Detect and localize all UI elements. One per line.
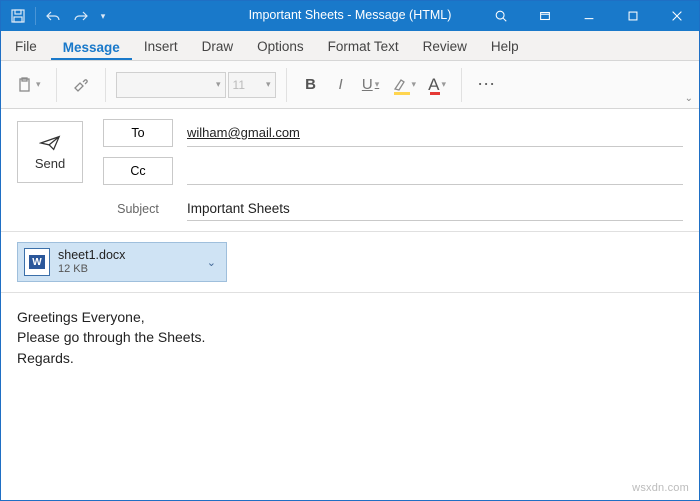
title-bar: ▾ Important Sheets - Message (HTML) <box>1 1 699 31</box>
tab-help[interactable]: Help <box>479 33 531 60</box>
message-header: Send To wilham@gmail.com Cc Subject Impo… <box>1 109 699 232</box>
text-style-group: B I U ▾ ▾ A ▾ <box>293 70 456 100</box>
format-painter-group <box>63 70 99 100</box>
maximize-icon[interactable] <box>611 1 655 31</box>
tab-options[interactable]: Options <box>245 33 316 60</box>
font-size-combo[interactable]: 11 ▾ <box>228 72 276 98</box>
send-label: Send <box>35 156 65 171</box>
collapse-ribbon-icon[interactable]: ⌄ <box>685 93 693 104</box>
redo-icon[interactable] <box>68 3 94 29</box>
minimize-icon[interactable] <box>567 1 611 31</box>
attachment-name: sheet1.docx <box>58 248 195 262</box>
to-value: wilham@gmail.com <box>187 125 300 140</box>
tab-review[interactable]: Review <box>411 33 479 60</box>
tab-file[interactable]: File <box>7 33 51 60</box>
to-field[interactable]: wilham@gmail.com <box>187 119 683 147</box>
attachment-dropdown-icon[interactable]: ⌄ <box>203 256 220 269</box>
attachment-info: sheet1.docx 12 KB <box>58 248 195 275</box>
highlight-color-button[interactable]: ▾ <box>387 70 422 100</box>
close-icon[interactable] <box>655 1 699 31</box>
ribbon-tabs: File Message Insert Draw Options Format … <box>1 31 699 61</box>
ribbon-separator <box>286 68 287 102</box>
bold-button[interactable]: B <box>297 70 325 100</box>
cc-button[interactable]: Cc <box>103 157 173 185</box>
undo-icon[interactable] <box>40 3 66 29</box>
tab-format-text[interactable]: Format Text <box>316 33 411 60</box>
tab-draw[interactable]: Draw <box>190 33 246 60</box>
font-color-button[interactable]: A ▾ <box>423 70 451 100</box>
underline-button[interactable]: U ▾ <box>357 70 385 100</box>
subject-field[interactable]: Important Sheets <box>187 197 683 221</box>
qat-customize-dropdown[interactable]: ▾ <box>96 3 110 29</box>
to-button[interactable]: To <box>103 119 173 147</box>
attachment-chip[interactable]: W sheet1.docx 12 KB ⌄ <box>17 242 227 282</box>
ribbon: ▾ ▾ 11 ▾ B I U ▾ ▾ A ▾ <box>1 61 699 109</box>
more-group: ⋯ <box>468 70 506 100</box>
quick-access-toolbar: ▾ <box>1 3 114 29</box>
message-body[interactable]: Greetings Everyone, Please go through th… <box>1 293 699 382</box>
save-icon[interactable] <box>5 3 31 29</box>
ribbon-separator <box>461 68 462 102</box>
watermark: wsxdn.com <box>632 482 689 494</box>
search-icon[interactable] <box>479 1 523 31</box>
font-name-combo[interactable]: ▾ <box>116 72 226 98</box>
attachment-size: 12 KB <box>58 263 195 276</box>
italic-button[interactable]: I <box>327 70 355 100</box>
font-size-value: 11 <box>233 78 245 92</box>
ribbon-separator <box>56 68 57 102</box>
attachments-bar: W sheet1.docx 12 KB ⌄ <box>1 232 699 293</box>
send-button[interactable]: Send <box>17 121 83 183</box>
subject-value: Important Sheets <box>187 201 290 216</box>
cc-field[interactable] <box>187 157 683 185</box>
ribbon-separator <box>105 68 106 102</box>
window-up-icon[interactable] <box>523 1 567 31</box>
window-controls <box>479 1 699 31</box>
word-icon-letter: W <box>29 255 45 269</box>
word-document-icon: W <box>24 248 50 276</box>
paste-button[interactable]: ▾ <box>11 70 46 100</box>
tab-message[interactable]: Message <box>51 34 132 61</box>
subject-label: Subject <box>103 202 173 216</box>
qat-separator <box>35 7 36 25</box>
more-commands-button[interactable]: ⋯ <box>472 70 502 100</box>
tab-insert[interactable]: Insert <box>132 33 190 60</box>
clipboard-group: ▾ <box>7 70 50 100</box>
underline-label: U <box>362 76 373 93</box>
font-group: ▾ 11 ▾ <box>112 72 280 98</box>
format-painter-icon[interactable] <box>67 70 95 100</box>
